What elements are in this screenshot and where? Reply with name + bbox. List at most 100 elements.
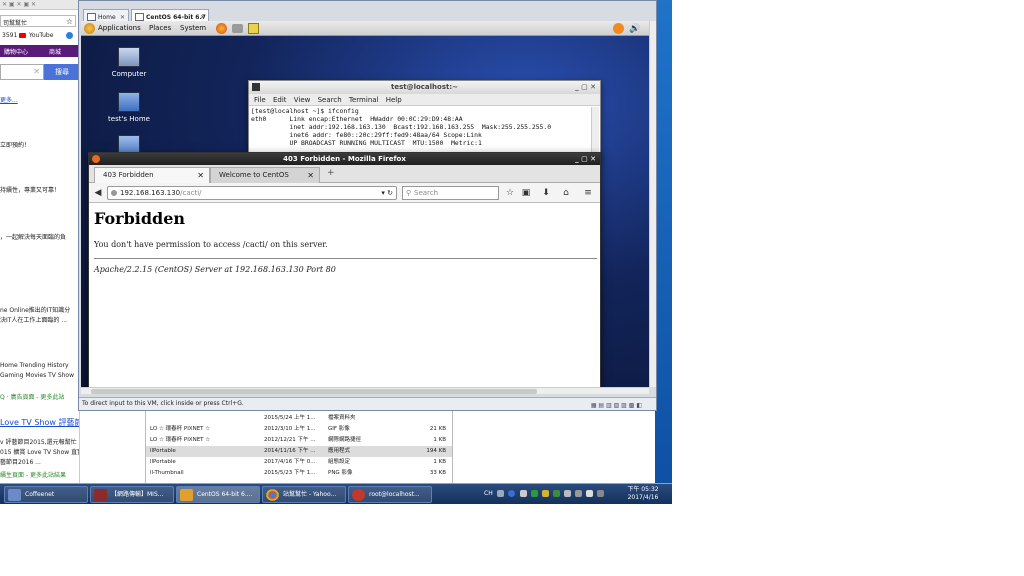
background-file-list: 2015/5/24 上午 1... 檔案資料夾 LO ☆ 環春杯 PIXNET … bbox=[145, 410, 453, 484]
clock[interactable]: 下午 05:32 2017/4/16 bbox=[618, 486, 668, 503]
tray-icon[interactable] bbox=[553, 490, 560, 497]
tray-icon[interactable] bbox=[575, 490, 582, 497]
security-icon[interactable] bbox=[531, 490, 538, 497]
firefox-titlebar[interactable]: 403 Forbidden - Mozilla Firefox _ ▢ ✕ bbox=[89, 153, 600, 165]
bg-nav-item[interactable]: 購物中心 bbox=[4, 47, 28, 56]
bg-nav-item[interactable]: 商城 bbox=[49, 47, 61, 56]
vertical-scrollbar[interactable] bbox=[649, 21, 656, 387]
page-content: Forbidden You don't have permission to a… bbox=[89, 204, 600, 394]
taskbar-label: root@localhost... bbox=[369, 491, 420, 498]
menu-applications[interactable]: Applications bbox=[98, 21, 141, 36]
taskbar-button-yahoo[interactable]: 站幫幫忙 - Yahoo... bbox=[262, 486, 346, 503]
desktop-icon-home[interactable]: test's Home bbox=[99, 92, 159, 123]
bg-address-bar[interactable]: 司幫幫忙 ☆ bbox=[0, 15, 76, 27]
update-icon[interactable] bbox=[613, 23, 624, 34]
bg-love-link[interactable]: Love TV Show 評藝節目 bbox=[0, 417, 79, 428]
bg-text-line[interactable]: Gaming Movies TV Show bbox=[0, 372, 74, 379]
table-row[interactable]: llPortable 2014/11/16 下午 ... 應用程式 194 KB bbox=[146, 446, 452, 457]
table-row[interactable]: LO ☆ 環春杯 PIXNET ☆ 2012/3/10 上午 1... GIF … bbox=[146, 424, 452, 435]
menu-help[interactable]: Help bbox=[386, 96, 402, 104]
bg-search-input[interactable]: ✕ bbox=[0, 64, 44, 80]
back-arrow-icon[interactable]: ◀ bbox=[91, 186, 105, 200]
star-icon[interactable]: ☆ bbox=[66, 17, 73, 26]
table-row[interactable]: ll-Thumbnail 2015/5/23 下午 1... PNG 影像 33… bbox=[146, 468, 452, 479]
tab-label: 403 Forbidden bbox=[103, 171, 154, 179]
terminal-line: eth0 Link encap:Ethernet HWaddr 00:0C:29… bbox=[251, 115, 463, 123]
file-date: 2014/11/16 下午 ... bbox=[264, 448, 316, 454]
window-controls-icon[interactable]: _ ▢ ✕ bbox=[575, 81, 596, 94]
network-icon[interactable] bbox=[564, 490, 571, 497]
taskbar-button-mis[interactable]: 【網路傳輸】MIS... bbox=[90, 486, 174, 503]
help-icon[interactable] bbox=[508, 490, 515, 497]
server-address: Apache/2.2.15 (CentOS) Server at 192.168… bbox=[94, 265, 336, 274]
keyboard-icon[interactable] bbox=[497, 490, 504, 497]
scrollbar-thumb[interactable] bbox=[91, 389, 537, 394]
blank-area bbox=[672, 0, 1024, 504]
reload-icon[interactable]: ▾ ↻ bbox=[381, 187, 393, 200]
tab-label: Home bbox=[98, 14, 116, 21]
table-row[interactable]: 2015/5/24 上午 1... 檔案資料夾 bbox=[146, 413, 452, 424]
device-icons[interactable]: ▦ ▤ ▥ ▧ ▨ ▩ ◧ bbox=[591, 400, 642, 412]
email-launcher-icon[interactable] bbox=[232, 24, 243, 33]
gnome-foot-icon[interactable] bbox=[84, 23, 95, 34]
file-size: 194 KB bbox=[426, 448, 446, 454]
home-folder-icon bbox=[118, 92, 140, 112]
terminal-window: test@localhost:~ _ ▢ ✕ File Edit View Se… bbox=[248, 80, 601, 160]
ime-indicator[interactable]: CH bbox=[484, 490, 493, 497]
tray-icon[interactable] bbox=[542, 490, 549, 497]
menu-edit[interactable]: Edit bbox=[273, 96, 287, 104]
window-controls-icon[interactable]: _ ▢ ✕ bbox=[575, 153, 596, 165]
menu-search[interactable]: Search bbox=[318, 96, 342, 104]
volume-icon[interactable]: 🔊 bbox=[629, 22, 640, 37]
tray-icon[interactable] bbox=[520, 490, 527, 497]
close-icon[interactable]: ✕ bbox=[197, 168, 204, 183]
tray-icon[interactable] bbox=[597, 490, 604, 497]
clear-icon[interactable]: ✕ bbox=[33, 67, 40, 76]
chrome-app-icon[interactable] bbox=[66, 32, 73, 39]
bg-tab-icons[interactable]: ✕ ▣ ✕ ▣ ✕ bbox=[2, 1, 36, 8]
table-row[interactable]: llPortable 2017/4/16 下午 0... 組態設定 1 KB bbox=[146, 457, 452, 468]
terminal-titlebar[interactable]: test@localhost:~ _ ▢ ✕ bbox=[249, 81, 600, 94]
tab-welcome-centos[interactable]: Welcome to CentOS ✕ bbox=[210, 167, 320, 183]
bg-text-line[interactable]: Home Trending History bbox=[0, 362, 69, 369]
bg-more-link[interactable]: 更多... bbox=[0, 95, 18, 104]
file-name: llPortable bbox=[150, 448, 176, 454]
close-icon[interactable]: ✕ bbox=[307, 168, 314, 183]
bg-search-button[interactable]: 搜尋 bbox=[44, 64, 79, 80]
guest-screen[interactable]: Applications Places System 🔊 Computer te… bbox=[81, 21, 649, 394]
bg-love-line: v 評藝節目2015,還元報幫忙 bbox=[0, 439, 77, 446]
home-icon[interactable]: ⌂ bbox=[559, 186, 573, 200]
menu-places[interactable]: Places bbox=[149, 21, 171, 36]
status-text: To direct input to this VM, click inside… bbox=[82, 400, 244, 407]
desktop-icon-computer[interactable]: Computer bbox=[99, 47, 159, 78]
globe-icon bbox=[111, 190, 117, 196]
menu-system[interactable]: System bbox=[180, 21, 206, 36]
bg-nav-bar: 購物中心 商城 bbox=[0, 45, 79, 57]
page-message: You don't have permission to access /cac… bbox=[94, 240, 328, 249]
desktop-icon-label: test's Home bbox=[108, 115, 150, 123]
menu-file[interactable]: File bbox=[254, 96, 266, 104]
bookmark-star-icon[interactable]: ☆ bbox=[503, 186, 517, 200]
taskbar-button-centos[interactable]: CentOS 64-bit 6.... bbox=[176, 486, 260, 503]
taskbar-button-coffeenet[interactable]: Coffeenet bbox=[4, 486, 88, 503]
bg-bookmark[interactable]: YouTube bbox=[29, 32, 53, 39]
hamburger-menu-icon[interactable]: ≡ bbox=[581, 186, 595, 200]
menu-terminal[interactable]: Terminal bbox=[349, 96, 379, 104]
download-icon[interactable]: ⬇ bbox=[539, 186, 553, 200]
clipboard-icon[interactable]: ▣ bbox=[519, 186, 533, 200]
horizontal-scrollbar[interactable] bbox=[81, 387, 649, 394]
home-icon bbox=[87, 13, 96, 21]
notes-launcher-icon[interactable] bbox=[248, 23, 259, 34]
taskbar-button-putty[interactable]: root@localhost... bbox=[348, 486, 432, 503]
search-placeholder: Search bbox=[414, 189, 439, 197]
bg-love-line: 續生頁面 - 更多此站結果 bbox=[0, 472, 66, 479]
firefox-launcher-icon[interactable] bbox=[216, 23, 227, 34]
menu-view[interactable]: View bbox=[294, 96, 311, 104]
url-bar[interactable]: 192.168.163.130/cacti/ ▾ ↻ bbox=[107, 186, 397, 200]
tab-403-forbidden[interactable]: 403 Forbidden ✕ bbox=[94, 167, 210, 183]
table-row[interactable]: LO ☆ 環春杯 PIXNET ☆ 2012/12/21 下午 ... 網際網路… bbox=[146, 435, 452, 446]
search-input[interactable]: ⚲ Search bbox=[402, 186, 499, 200]
new-tab-icon[interactable]: + bbox=[327, 168, 335, 178]
bg-bookmark[interactable]: 3591 bbox=[2, 32, 17, 39]
volume-icon[interactable] bbox=[586, 490, 593, 497]
